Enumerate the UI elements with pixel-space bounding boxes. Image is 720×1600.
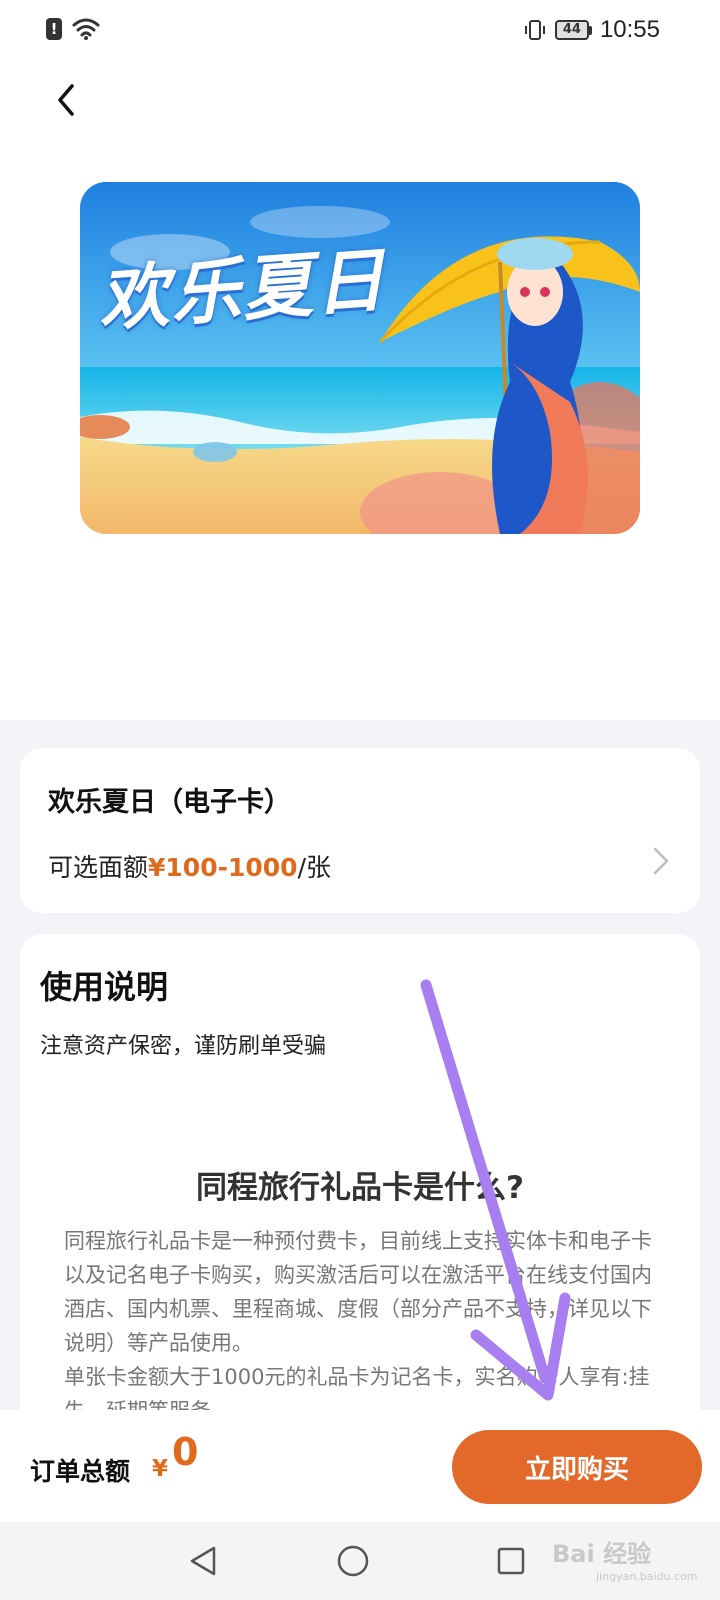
baidu-watermark-url: jingyan.baidu.com: [596, 1570, 698, 1583]
order-total-currency: ¥: [152, 1456, 169, 1482]
card-art-title: 欢乐夏日: [95, 239, 389, 341]
square-recent-icon[interactable]: [488, 1538, 534, 1584]
circle-home-icon[interactable]: [330, 1538, 376, 1584]
faq-heading: 同程旅行礼品卡是什么?: [196, 1170, 524, 1206]
price-selector[interactable]: 可选面额 ¥100-1000 /张: [48, 848, 331, 884]
system-nav-bar: Bai 经验 jingyan.baidu.com: [0, 1522, 720, 1600]
usage-warning: 注意资产保密，谨防刷单受骗: [40, 1034, 327, 1059]
status-time: 10:55: [599, 16, 660, 43]
chevron-left-icon: [58, 84, 74, 116]
order-total-label: 订单总额: [30, 1457, 131, 1486]
battery-level: 44: [554, 20, 589, 40]
wifi-icon: [72, 18, 100, 40]
battery-icon: 44: [554, 20, 592, 40]
hero-area: 欢乐夏日: [0, 130, 720, 720]
product-name: 欢乐夏日（电子卡）: [48, 787, 291, 818]
chevron-right-icon[interactable]: [652, 846, 670, 880]
faq-body: 同程旅行礼品卡是一种预付费卡，目前线上支持实体卡和电子卡以及记名电子卡购买，购买…: [64, 1224, 664, 1428]
usage-card: 使用说明 注意资产保密，谨防刷单受骗 同程旅行礼品卡是什么? 同程旅行礼品卡是一…: [20, 934, 700, 1434]
buy-now-button[interactable]: 立即购买: [452, 1430, 702, 1504]
faq-paragraph: 同程旅行礼品卡是一种预付费卡，目前线上支持实体卡和电子卡以及记名电子卡购买，购买…: [64, 1229, 652, 1355]
vibrate-icon: [524, 20, 545, 40]
price-range: ¥100-1000: [148, 853, 298, 882]
price-suffix: /张: [297, 853, 331, 882]
gift-card-image: 欢乐夏日: [80, 182, 640, 534]
product-card: 欢乐夏日（电子卡） 可选面额 ¥100-1000 /张: [20, 748, 700, 913]
status-left: !: [46, 17, 100, 41]
alert-icon: !: [46, 18, 62, 40]
usage-title: 使用说明: [40, 968, 169, 1006]
order-total-value: 0: [172, 1430, 199, 1474]
baidu-watermark: Bai 经验: [552, 1540, 652, 1568]
status-right: 44 10:55: [523, 16, 660, 44]
price-prefix: 可选面额: [48, 853, 149, 882]
order-bar: 订单总额 ¥ 0 立即购买: [0, 1410, 720, 1522]
back-button[interactable]: [44, 78, 88, 122]
triangle-back-icon[interactable]: [180, 1538, 226, 1584]
status-bar: ! 44 10:55: [0, 0, 720, 60]
